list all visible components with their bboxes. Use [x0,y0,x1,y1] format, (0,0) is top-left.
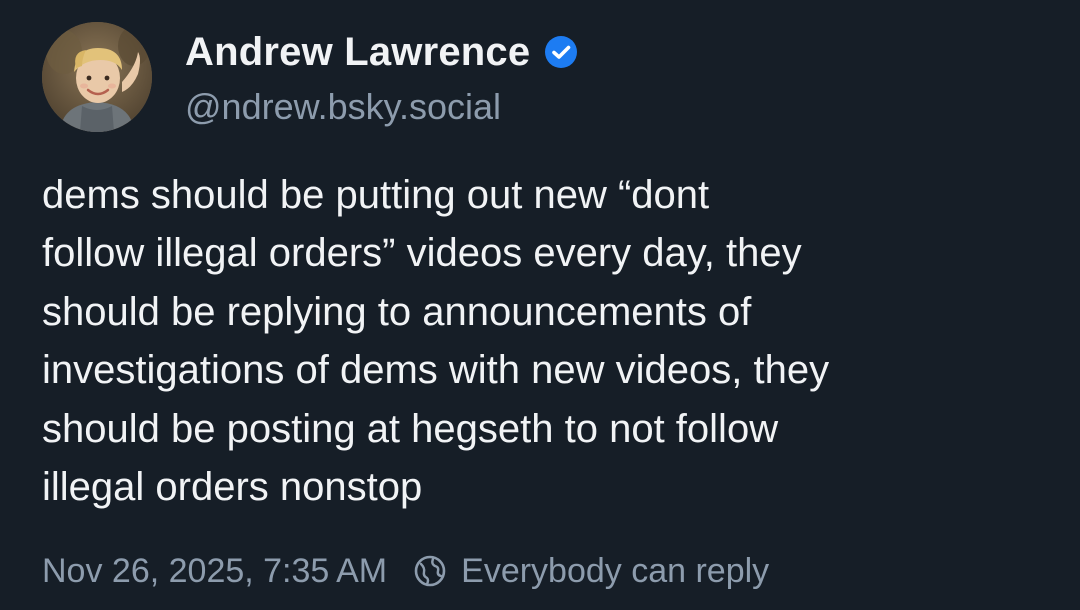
post-text-line: should be posting at hegseth to not foll… [42,406,779,451]
post-text-line: dems should be putting out new “dont [42,173,710,217]
globe-icon [413,554,447,588]
post-text-line: illegal orders nonstop [42,465,423,510]
post-meta: Nov 26, 2025, 7:35 AM Everybody can repl… [42,548,769,594]
post-text-line: should be replying to announcements of [42,289,752,334]
avatar-photo [42,22,152,132]
author-handle[interactable]: @ndrew.bsky.social [185,84,501,130]
post-text-line: follow illegal orders” videos every day,… [42,231,802,276]
post-timestamp[interactable]: Nov 26, 2025, 7:35 AM [42,548,387,594]
reply-setting-button[interactable]: Everybody can reply [413,548,769,594]
post-card: Andrew Lawrence @ndrew.bsky.social dems … [0,0,1080,610]
post-text-line: investigations of dems with new videos, … [42,348,830,393]
author-display-name[interactable]: Andrew Lawrence [185,28,530,76]
reply-setting-label: Everybody can reply [461,552,770,590]
author-name-row: Andrew Lawrence [185,28,578,76]
verified-check-icon[interactable] [544,35,578,69]
author-avatar[interactable] [42,22,152,132]
post-body: dems should be putting out new “dont fol… [42,166,1032,516]
